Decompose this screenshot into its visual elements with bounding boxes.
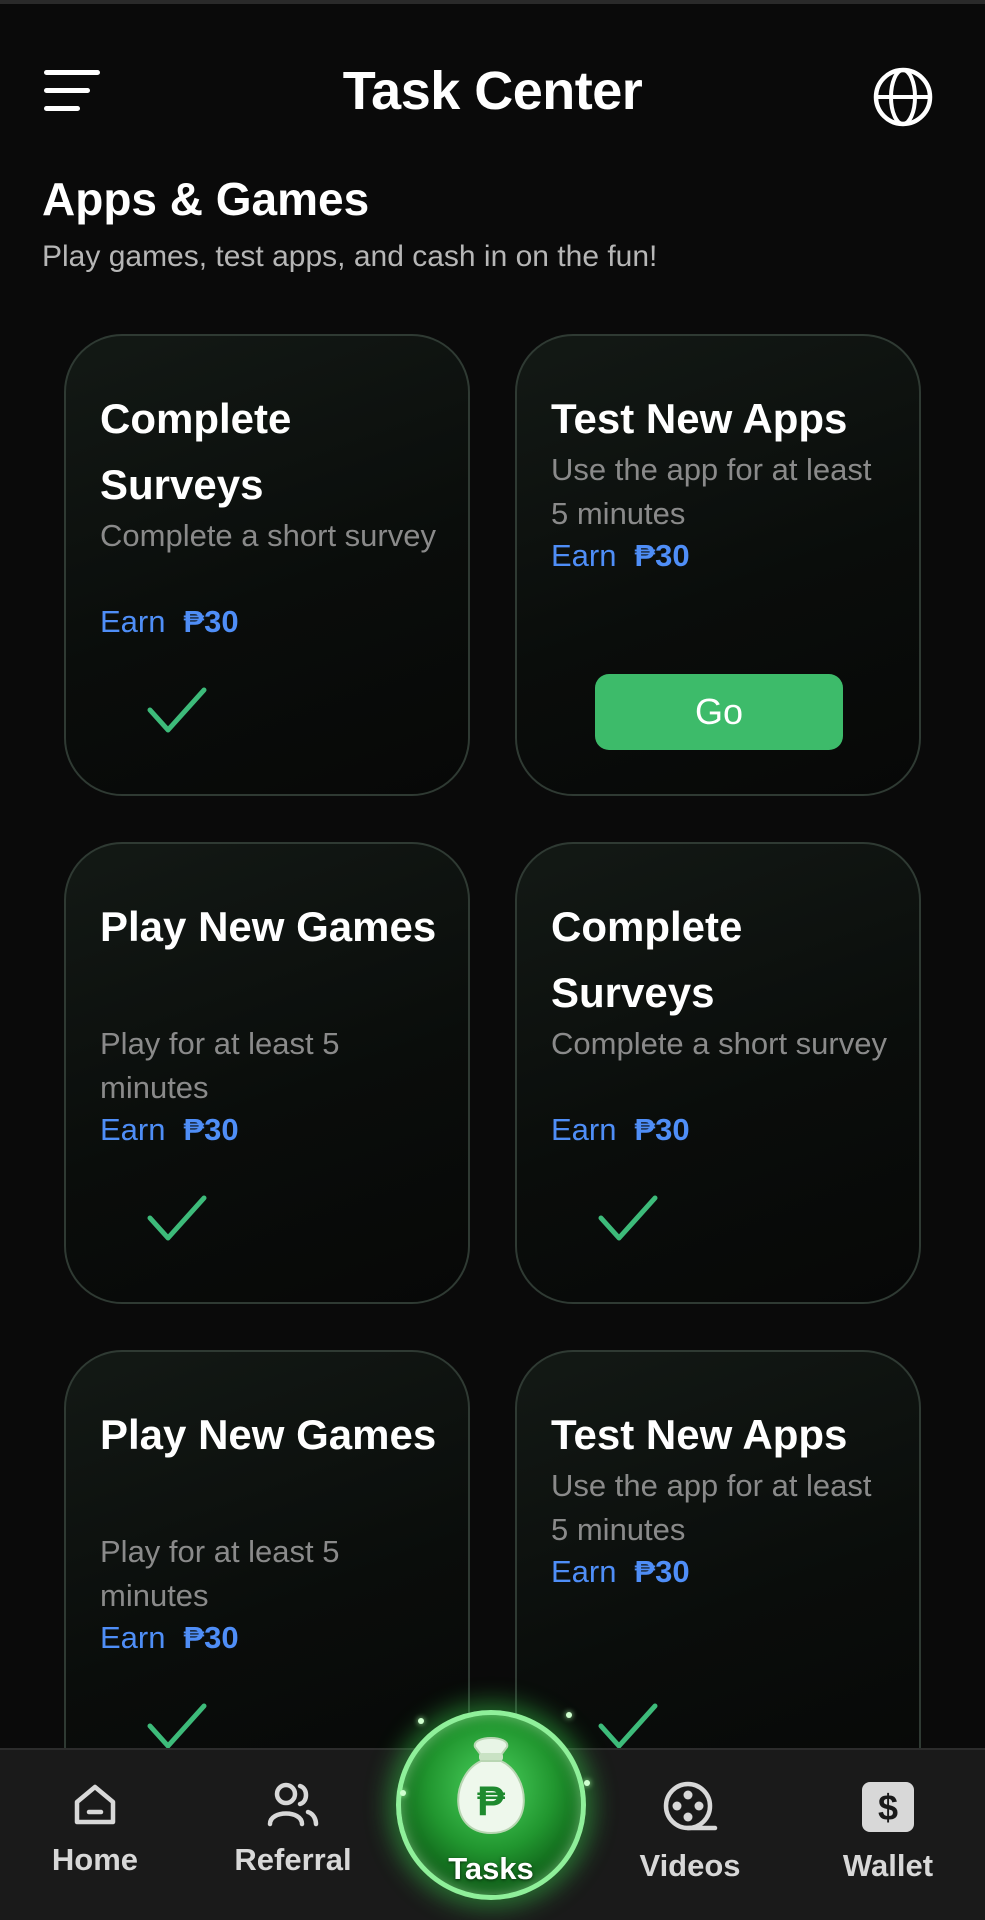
card-description: Complete a short survey bbox=[100, 518, 436, 553]
reward-amount: ₱30 bbox=[183, 604, 239, 639]
earn-label: Earn bbox=[551, 538, 617, 573]
app-header: Task Center bbox=[0, 4, 985, 180]
task-card-play-new-games[interactable]: Play New Games Play for at least 5 minut… bbox=[64, 842, 470, 1304]
card-title: Play New Games bbox=[100, 1411, 437, 1458]
reward-amount: ₱30 bbox=[634, 538, 690, 573]
sparkle-decoration bbox=[400, 1790, 406, 1796]
reward-amount: ₱30 bbox=[634, 1112, 690, 1147]
task-card-test-new-apps[interactable]: Test New Apps Use the app for at least 5… bbox=[515, 1350, 921, 1812]
reward-amount: ₱30 bbox=[183, 1112, 239, 1147]
nav-item-videos[interactable]: Videos bbox=[615, 1780, 765, 1884]
film-reel-icon bbox=[663, 1781, 718, 1831]
checkmark-icon bbox=[147, 687, 207, 733]
checkmark-icon bbox=[598, 1195, 658, 1241]
checkmark-icon bbox=[147, 1195, 207, 1241]
card-description: Use the app for at least 5 minutes bbox=[551, 452, 872, 531]
checkmark-icon bbox=[147, 1703, 207, 1749]
checkmark-icon bbox=[598, 1703, 658, 1749]
sparkle-decoration bbox=[418, 1718, 424, 1724]
card-reward: Earn ₱30 bbox=[551, 1554, 690, 1590]
card-reward: Earn ₱30 bbox=[100, 1620, 239, 1656]
globe-icon[interactable] bbox=[872, 66, 934, 128]
nav-label: Home bbox=[51, 1842, 139, 1877]
earn-label: Earn bbox=[100, 604, 166, 639]
sparkle-decoration bbox=[566, 1712, 572, 1718]
card-description: Use the app for at least 5 minutes bbox=[551, 1468, 872, 1547]
svg-text:₱: ₱ bbox=[477, 1777, 506, 1824]
section-subtitle: Play games, test apps, and cash in on th… bbox=[42, 240, 658, 273]
card-reward: Earn ₱30 bbox=[100, 1112, 239, 1148]
reward-amount: ₱30 bbox=[183, 1620, 239, 1655]
nav-label: Referral bbox=[234, 1842, 352, 1877]
task-card-complete-surveys[interactable]: Complete Surveys Complete a short survey… bbox=[515, 842, 921, 1304]
task-card-test-new-apps[interactable]: Test New Apps Use the app for at least 5… bbox=[515, 334, 921, 796]
card-description: Complete a short survey bbox=[551, 1026, 887, 1061]
card-title: Complete Surveys bbox=[551, 903, 743, 1016]
earn-label: Earn bbox=[100, 1112, 166, 1147]
page-title: Task Center bbox=[342, 61, 643, 121]
nav-label: Videos bbox=[639, 1848, 741, 1883]
nav-item-tasks[interactable]: ₱ Tasks bbox=[396, 1710, 586, 1900]
section-title: Apps & Games bbox=[42, 173, 370, 225]
reward-amount: ₱30 bbox=[634, 1554, 690, 1589]
card-reward: Earn ₱30 bbox=[100, 604, 239, 640]
nav-item-home[interactable]: Home bbox=[20, 1780, 170, 1878]
earn-label: Earn bbox=[100, 1620, 166, 1655]
earn-label: Earn bbox=[551, 1112, 617, 1147]
go-button[interactable]: Go bbox=[595, 674, 843, 750]
card-reward: Earn ₱30 bbox=[551, 1112, 690, 1148]
task-card-play-new-games[interactable]: Play New Games Play for at least 5 minut… bbox=[64, 1350, 470, 1812]
card-description: Play for at least 5 minutes bbox=[100, 1534, 340, 1613]
card-title: Play New Games bbox=[100, 903, 437, 950]
nav-item-referral[interactable]: Referral bbox=[218, 1780, 368, 1878]
card-reward: Earn ₱30 bbox=[551, 538, 690, 574]
nav-label: Wallet bbox=[842, 1848, 934, 1883]
task-card-complete-surveys[interactable]: Complete Surveys Complete a short survey… bbox=[64, 334, 470, 796]
card-title: Test New Apps bbox=[551, 1411, 848, 1458]
earn-label: Earn bbox=[551, 1554, 617, 1589]
money-bag-icon: ₱ bbox=[457, 1737, 525, 1835]
sparkle-decoration bbox=[584, 1780, 590, 1786]
home-icon bbox=[74, 1784, 116, 1825]
users-icon bbox=[267, 1782, 319, 1827]
card-title: Test New Apps bbox=[551, 395, 848, 442]
nav-label: Tasks bbox=[448, 1851, 534, 1886]
nav-item-wallet[interactable]: $ Wallet bbox=[813, 1780, 963, 1884]
dollar-wallet-icon: $ bbox=[862, 1782, 914, 1832]
card-title: Complete Surveys bbox=[100, 395, 292, 508]
svg-text:$: $ bbox=[878, 1787, 898, 1828]
card-description: Play for at least 5 minutes bbox=[100, 1026, 340, 1105]
